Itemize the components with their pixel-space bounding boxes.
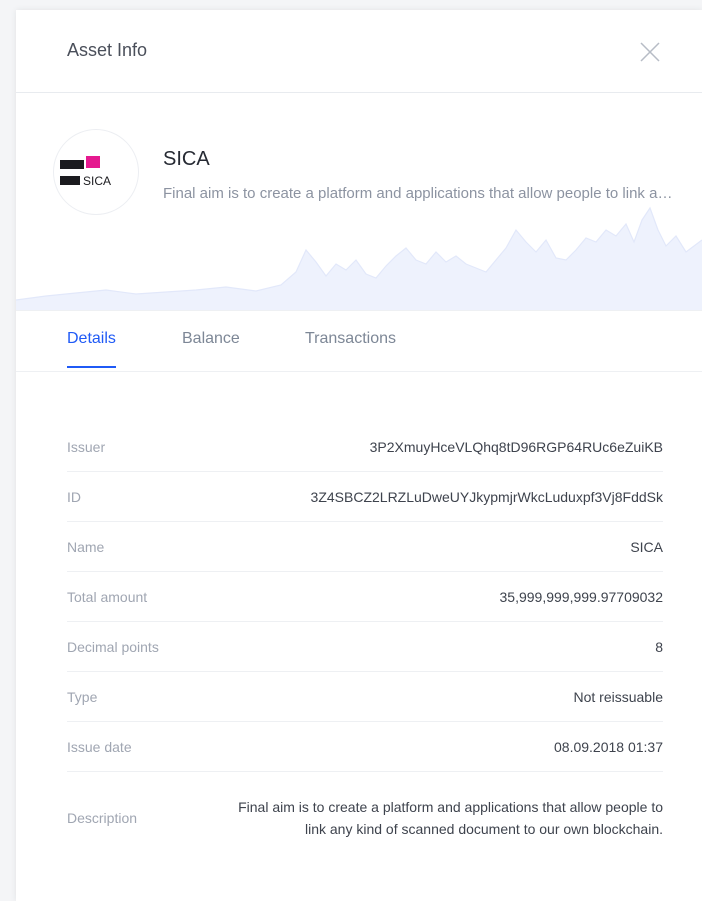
total-amount-value: 35,999,999,999.97709032 [499, 588, 664, 605]
close-icon[interactable] [638, 40, 662, 64]
detail-row-name: Name SICA [67, 522, 663, 572]
asset-logo-text: SICA [83, 174, 111, 188]
type-value: Not reissuable [573, 688, 664, 705]
detail-label: Total amount [67, 588, 148, 605]
tab-bar: Details Balance Transactions [16, 311, 702, 372]
detail-label: Issue date [67, 738, 132, 755]
description-value: Final aim is to create a platform and ap… [238, 799, 663, 837]
asset-info-panel: Asset Info SICA SICA Final aim is to cre… [16, 10, 702, 901]
detail-row-id: ID 3Z4SBCZ2LRZLuDweUYJkypmjrWkcLuduxpf3V… [67, 472, 663, 522]
detail-row-issue-date: Issue date 08.09.2018 01:37 [67, 722, 663, 772]
asset-name: SICA [163, 148, 210, 170]
asset-description-preview: Final aim is to create a platform and ap… [163, 185, 678, 202]
panel-header: Asset Info [16, 10, 702, 93]
detail-label: Decimal points [67, 638, 159, 655]
detail-row-decimals: Decimal points 8 [67, 622, 663, 672]
name-value: SICA [630, 538, 663, 555]
detail-label: Type [67, 688, 98, 705]
decimals-value: 8 [655, 638, 663, 655]
detail-row-description: Description Final aim is to create a pla… [67, 772, 663, 864]
detail-row-issuer: Issuer 3P2XmuyHceVLQhq8tD96RGP64RUc6eZui… [67, 422, 663, 472]
issuer-value: 3P2XmuyHceVLQhq8tD96RGP64RUc6eZuiKB [369, 438, 663, 455]
detail-label: Description [67, 810, 138, 826]
tab-balance[interactable]: Balance [182, 330, 240, 366]
panel-title: Asset Info [67, 40, 148, 60]
detail-label: ID [67, 488, 81, 505]
asset-logo: SICA [53, 129, 139, 215]
detail-row-total-amount: Total amount 35,999,999,999.97709032 [67, 572, 663, 622]
tab-details[interactable]: Details [67, 330, 116, 368]
detail-label: Name [67, 538, 105, 555]
id-value: 3Z4SBCZ2LRZLuDweUYJkypmjrWkcLuduxpf3Vj8F… [310, 488, 663, 505]
asset-hero: SICA SICA Final aim is to create a platf… [16, 93, 702, 311]
issue-date-value: 08.09.2018 01:37 [554, 738, 663, 755]
detail-label: Issuer [67, 438, 106, 455]
details-table: Issuer 3P2XmuyHceVLQhq8tD96RGP64RUc6eZui… [67, 422, 663, 864]
tab-transactions[interactable]: Transactions [305, 330, 396, 366]
detail-row-type: Type Not reissuable [67, 672, 663, 722]
